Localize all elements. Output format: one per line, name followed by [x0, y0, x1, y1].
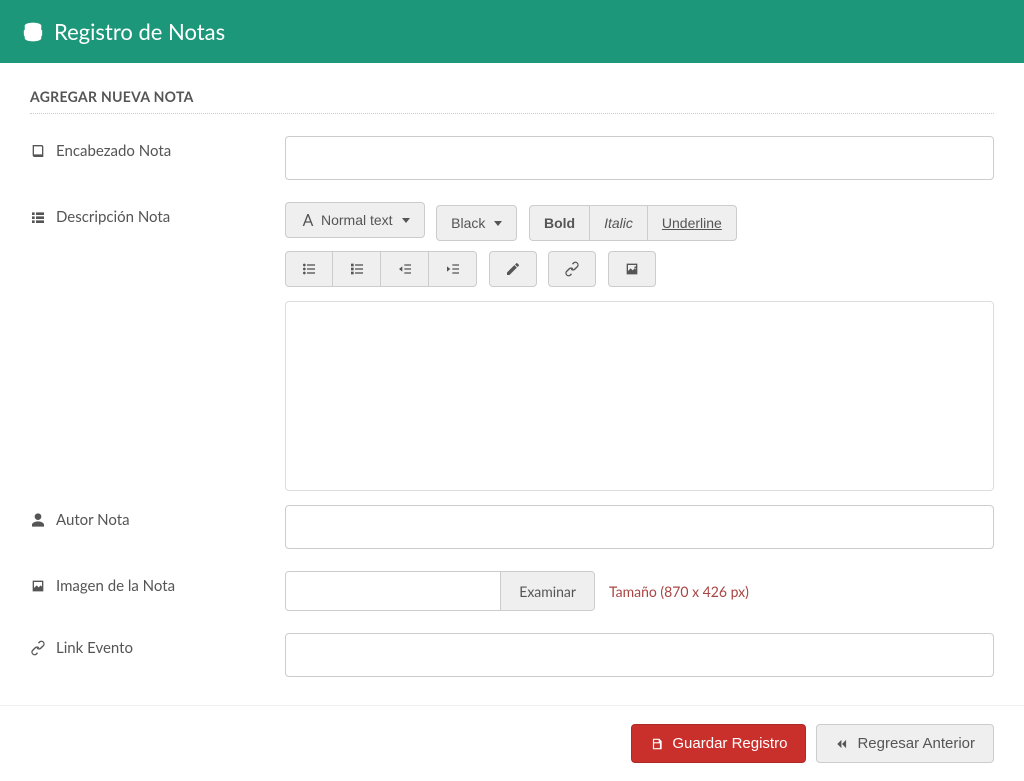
form-footer: Guardar Registro Regresar Anterior	[0, 705, 1024, 781]
divider	[30, 113, 994, 114]
indent-icon	[445, 261, 461, 277]
font-style-dropdown[interactable]: Normal text	[285, 202, 425, 238]
editor-toolbar: Normal text Black Bold Italic Underli	[285, 202, 994, 287]
section-title: AGREGAR NUEVA NOTA	[30, 88, 994, 105]
link-button[interactable]	[548, 251, 596, 287]
save-icon	[650, 737, 664, 751]
page-header: Registro de Notas	[0, 0, 1024, 63]
italic-button[interactable]: Italic	[590, 205, 648, 241]
row-link: Link Evento	[30, 633, 994, 677]
ul-icon	[301, 261, 317, 277]
author-label: Autor Nota	[30, 505, 285, 529]
author-input[interactable]	[285, 505, 994, 549]
font-icon	[300, 212, 316, 228]
link-label: Link Evento	[30, 633, 285, 657]
ol-icon	[349, 261, 365, 277]
chain-icon	[30, 640, 46, 656]
back-button[interactable]: Regresar Anterior	[816, 724, 994, 763]
link-input[interactable]	[285, 633, 994, 677]
user-icon	[30, 512, 46, 528]
description-label: Descripción Nota	[30, 202, 285, 226]
image-button[interactable]	[608, 251, 656, 287]
ordered-list-button[interactable]	[333, 251, 381, 287]
description-editor[interactable]	[285, 301, 994, 491]
book-icon	[30, 143, 46, 159]
font-color-dropdown[interactable]: Black	[436, 205, 517, 241]
image-size-hint: Tamaño (870 x 426 px)	[609, 583, 749, 600]
chevron-down-icon	[494, 221, 502, 226]
heading-label: Encabezado Nota	[30, 136, 285, 160]
save-button[interactable]: Guardar Registro	[631, 724, 806, 763]
heading-input[interactable]	[285, 136, 994, 180]
row-image: Imagen de la Nota Examinar Tamaño (870 x…	[30, 571, 994, 611]
page-title: Registro de Notas	[54, 18, 225, 45]
image-label: Imagen de la Nota	[30, 571, 285, 595]
file-input[interactable]: Examinar	[285, 571, 595, 611]
database-icon	[22, 21, 44, 43]
picture-icon	[30, 578, 46, 594]
link-icon	[564, 261, 580, 277]
unordered-list-button[interactable]	[285, 251, 333, 287]
row-heading: Encabezado Nota	[30, 136, 994, 180]
file-browse-button[interactable]: Examinar	[500, 572, 594, 610]
outdent-icon	[397, 261, 413, 277]
row-description: Descripción Nota Normal text Black	[30, 202, 994, 491]
underline-button[interactable]: Underline	[648, 205, 737, 241]
outdent-button[interactable]	[381, 251, 429, 287]
image-icon	[624, 261, 640, 277]
row-author: Autor Nota	[30, 505, 994, 549]
form-container: AGREGAR NUEVA NOTA Encabezado Nota Descr…	[0, 63, 1024, 705]
chevron-down-icon	[402, 218, 410, 223]
file-input-text	[286, 572, 500, 610]
bold-button[interactable]: Bold	[529, 205, 590, 241]
list-icon	[30, 209, 46, 225]
pencil-icon	[505, 261, 521, 277]
back-icon	[835, 737, 849, 751]
indent-button[interactable]	[429, 251, 477, 287]
edit-button[interactable]	[489, 251, 537, 287]
